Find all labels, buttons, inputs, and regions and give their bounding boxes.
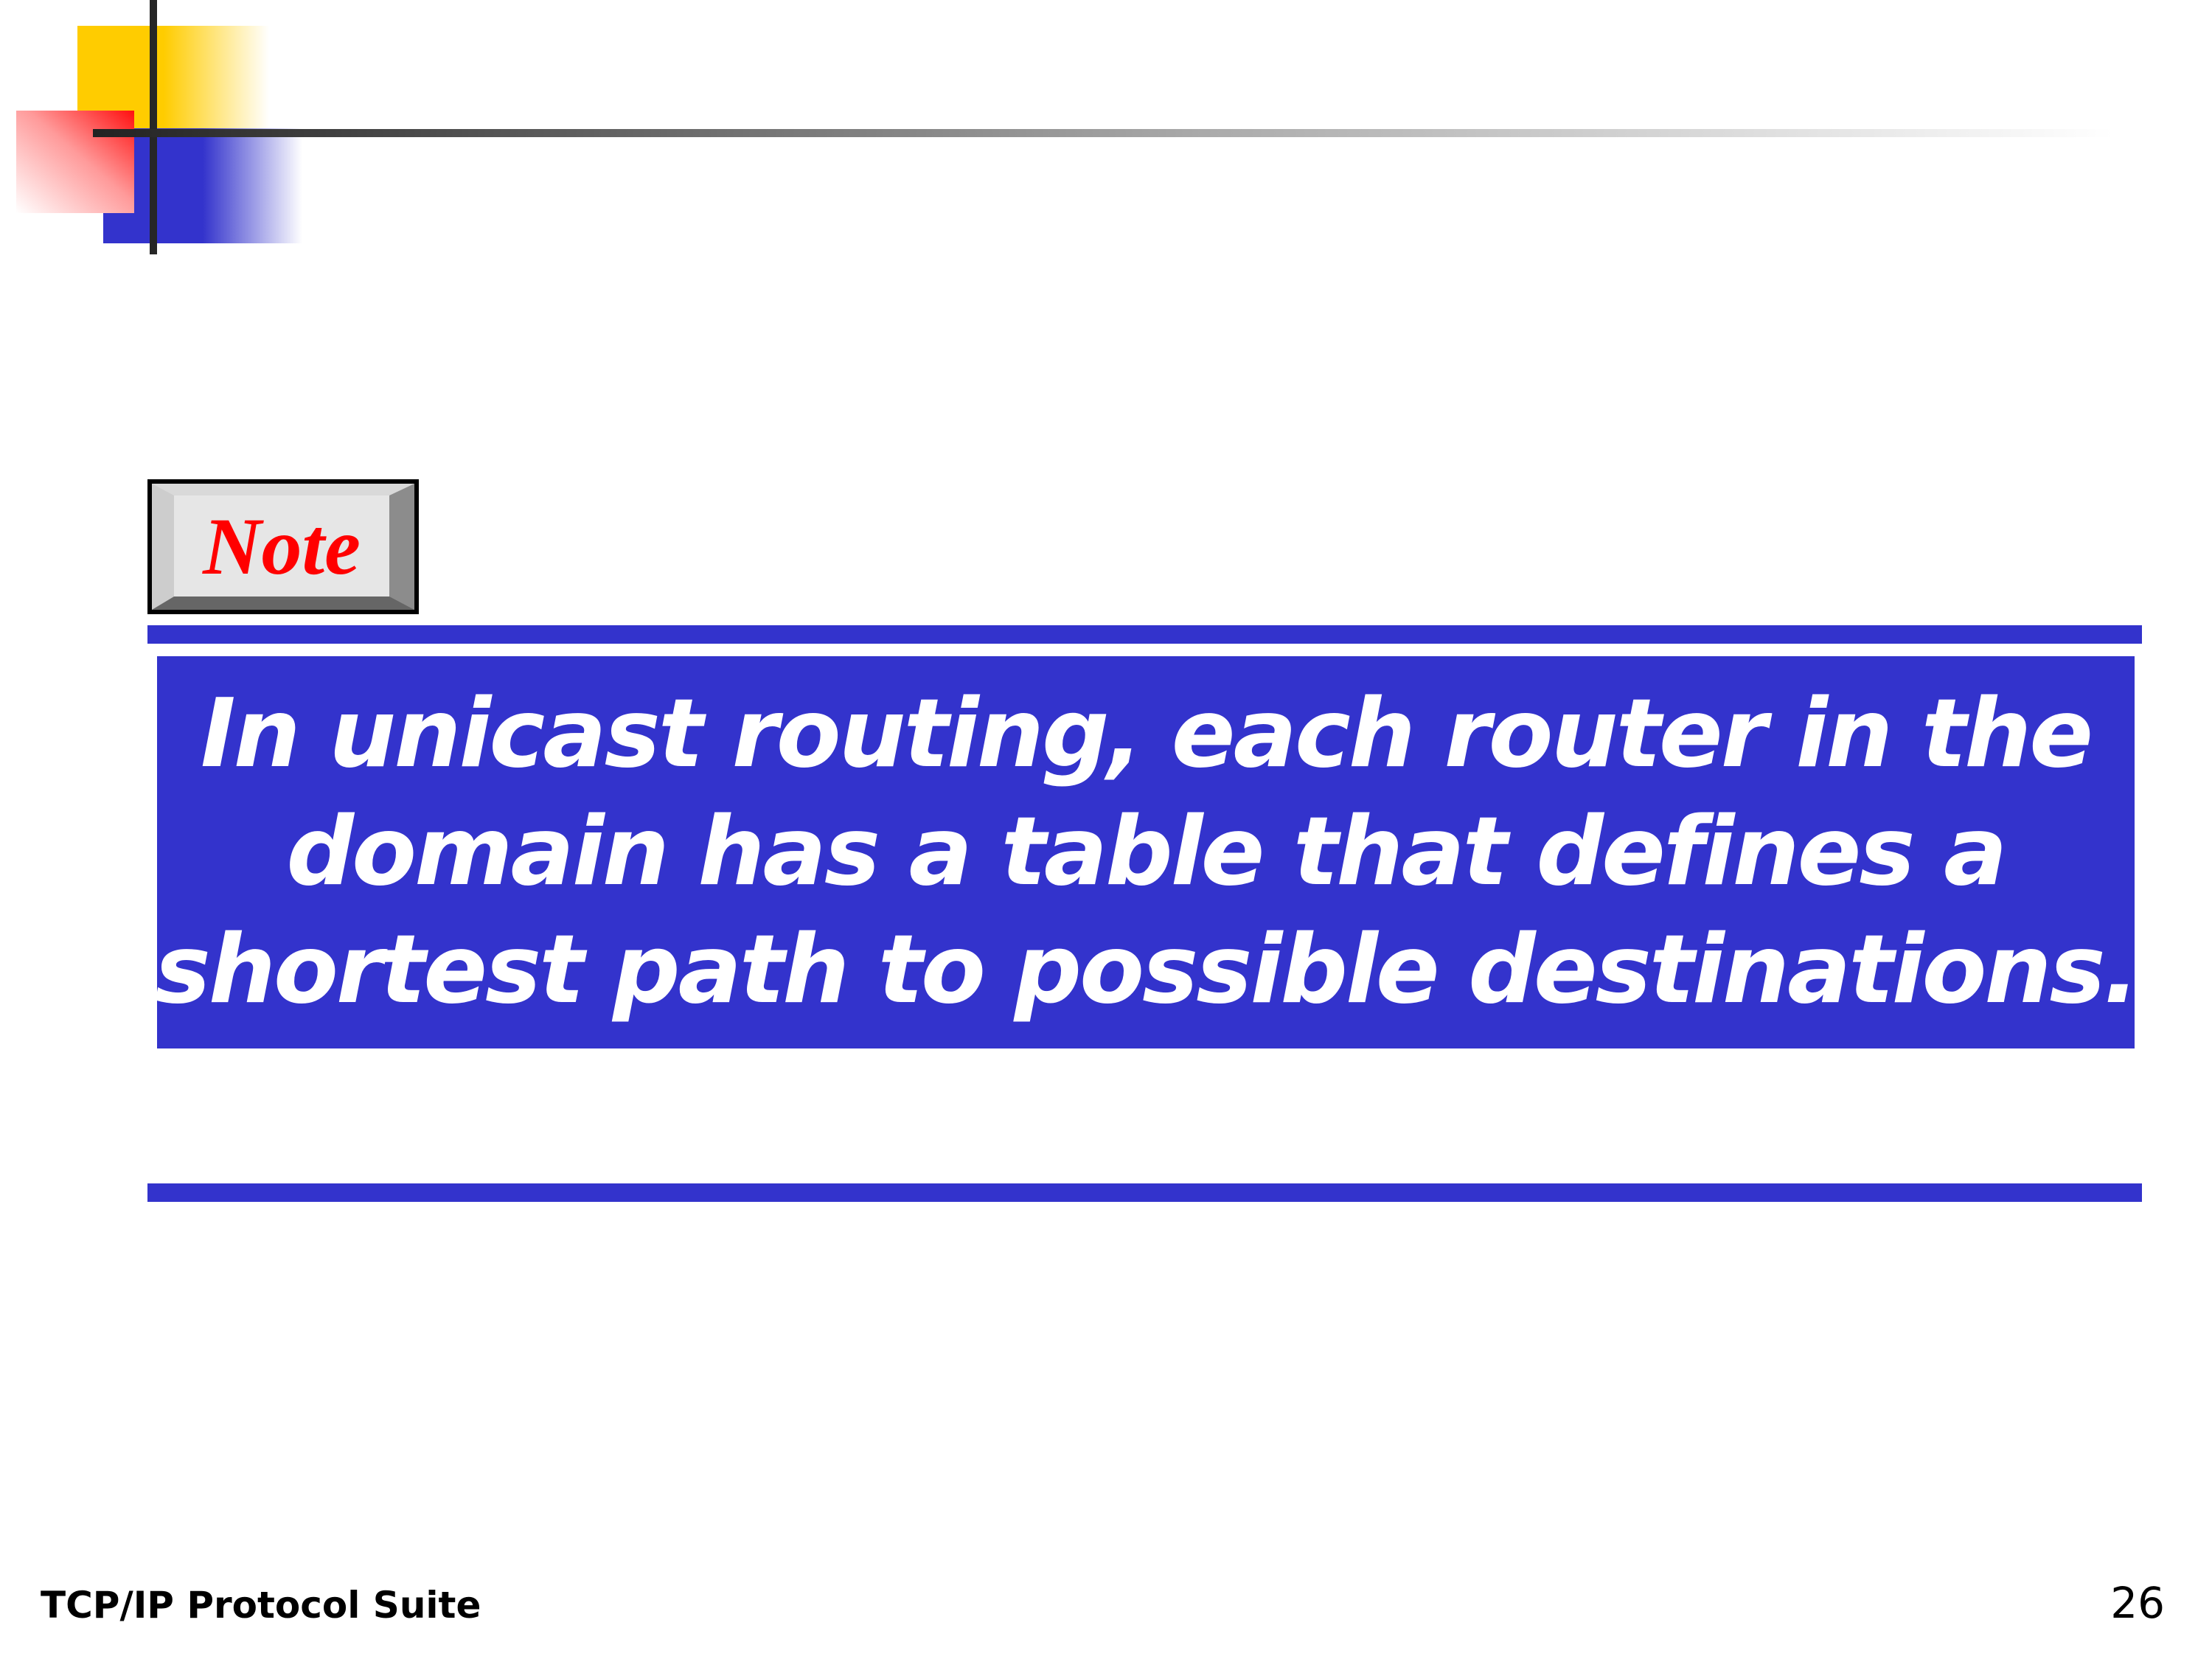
note-badge: Note [147,479,419,614]
divider-top [147,625,2142,644]
note-label: Note [203,501,361,591]
decor-red-square [16,111,134,213]
page-number: 26 [2110,1578,2165,1628]
note-content-box: In unicast routing, each router in the d… [154,656,2140,1048]
decor-horizontal-line [93,129,2113,137]
divider-bottom [147,1183,2142,1202]
note-face: Note [174,495,389,597]
note-text-line: domain has a table that defines a [286,797,2008,907]
note-bevel: Note [152,484,414,610]
decor-vertical-line [150,0,157,254]
footer-title: TCP/IP Protocol Suite [41,1584,481,1627]
note-text-line: In unicast routing, each router in the [200,679,2093,789]
note-text-line: shortest path to possible destinations. [154,915,2140,1025]
